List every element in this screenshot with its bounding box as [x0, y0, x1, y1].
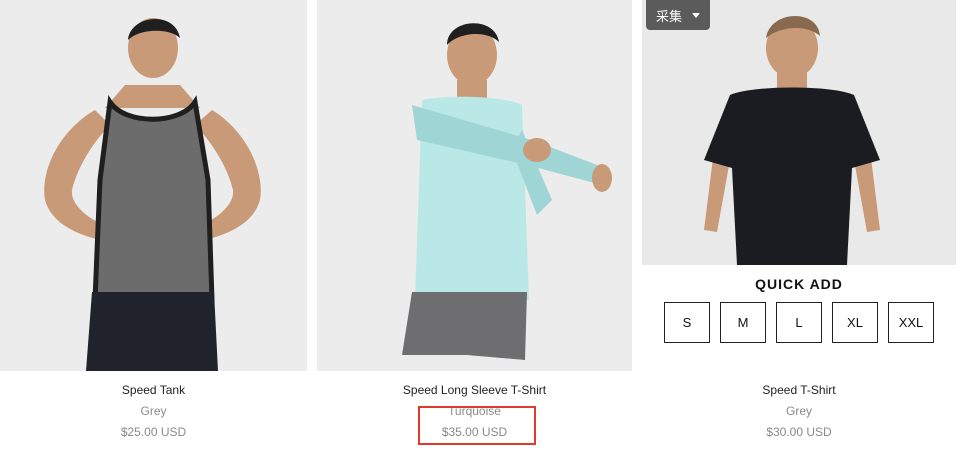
product-price: $25.00 USD [120, 425, 187, 439]
product-color: Grey [140, 404, 167, 418]
model-black-tshirt-back-illustration [642, 0, 956, 265]
product-name[interactable]: Speed Tank [0, 383, 307, 399]
chevron-down-icon [692, 12, 700, 18]
product-color: Grey [785, 404, 812, 418]
product-image[interactable] [0, 0, 307, 371]
collect-label: 采集 [655, 8, 682, 24]
size-button-s[interactable]: S [664, 302, 710, 343]
size-options: S M L XL XXL [642, 302, 956, 343]
product-name[interactable]: Speed T-Shirt [642, 383, 956, 399]
model-turquoise-longsleeve-illustration [317, 0, 632, 371]
size-button-l[interactable]: L [776, 302, 822, 343]
quick-add-title: QUICK ADD [755, 276, 843, 292]
price-highlight-box [418, 406, 536, 445]
collect-button[interactable]: 采集 [646, 0, 710, 30]
size-button-m[interactable]: M [720, 302, 766, 343]
size-button-xl[interactable]: XL [832, 302, 878, 343]
product-card[interactable]: Speed Long Sleeve T-Shirt Turquoise $35.… [317, 0, 632, 441]
product-name[interactable]: Speed Long Sleeve T-Shirt [317, 383, 632, 399]
product-card[interactable]: Speed Tank Grey $25.00 USD [0, 0, 307, 441]
product-image[interactable] [642, 0, 956, 265]
product-price: $30.00 USD [766, 425, 832, 439]
size-button-xxl[interactable]: XXL [888, 302, 934, 343]
model-grey-tank-illustration [0, 0, 307, 371]
product-card[interactable]: QUICK ADD S M L XL XXL Speed T-Shirt Gre… [642, 0, 956, 452]
product-image[interactable] [317, 0, 632, 371]
quick-add-panel: QUICK ADD S M L XL XXL [642, 276, 956, 343]
